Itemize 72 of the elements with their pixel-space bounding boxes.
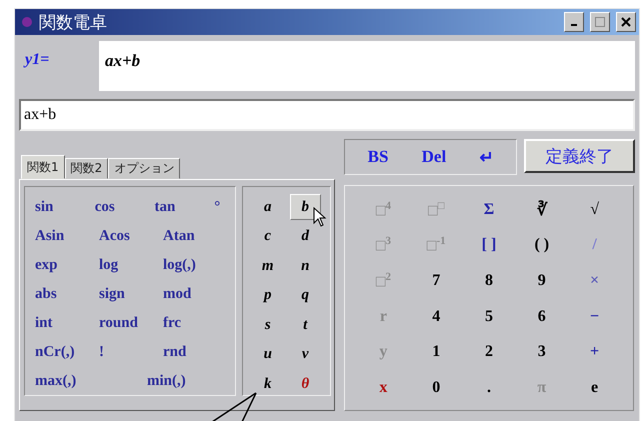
keypad-key[interactable]: × [568,263,621,299]
keypad-key[interactable]: 7 [410,263,463,299]
mouse-cursor-icon [313,207,327,227]
function-key[interactable]: nCr(,) [35,340,99,364]
keypad-key[interactable]: [ ] [462,228,516,264]
keypad-key[interactable]: 9 [515,263,568,299]
tab[interactable]: 関数1 [21,155,65,179]
keypad-key[interactable]: ( ) [515,228,568,264]
formula-display: ax+b [99,41,635,91]
variable-key[interactable]: p [252,282,284,308]
keypad-key[interactable]: 1 [410,334,463,370]
function-key[interactable]: sin [35,195,95,219]
function-key[interactable]: frc [163,311,227,335]
function-key[interactable]: mod [163,282,227,306]
keypad-key[interactable]: 5 [462,299,516,335]
keypad-key[interactable]: 4 [410,299,463,335]
close-icon [621,17,631,27]
function-key[interactable]: min(,) [147,369,217,393]
keypad-key[interactable]: − [568,299,621,335]
function-key[interactable]: abs [35,282,99,306]
keypad-key[interactable]: √ [568,192,621,228]
function-key[interactable]: round [99,311,163,335]
variable-key[interactable]: θ [290,371,321,397]
variable-key[interactable]: a [252,194,284,220]
edit-key[interactable]: ↵ [475,146,498,168]
function-key[interactable]: tan [154,195,214,219]
function-label: y1= [22,50,50,69]
close-button[interactable] [616,12,636,32]
variable-key[interactable]: k [252,371,284,397]
function-key[interactable]: max(,) [35,369,105,393]
function-key[interactable]: Acos [99,224,163,248]
maximize-icon [595,17,605,27]
keypad-key[interactable]: . [462,370,516,406]
function-key[interactable]: int [35,311,99,335]
variable-key[interactable]: d [290,224,321,250]
variable-key[interactable]: n [290,253,321,279]
variable-key[interactable]: t [290,312,321,338]
edit-key[interactable]: BS [364,147,392,167]
variable-key[interactable]: s [252,312,284,338]
keypad-key[interactable]: Σ [462,192,516,228]
variable-key[interactable]: c [252,224,284,250]
function-key[interactable]: sign [99,282,163,306]
maximize-button[interactable] [590,12,610,32]
keypad-key[interactable]: 3 [515,334,568,370]
variable-key[interactable]: q [290,282,321,308]
tab[interactable]: 関数2 [64,158,108,179]
window-title: 関数電卓 [39,12,108,34]
keypad-key[interactable]: e [568,370,621,406]
edit-key[interactable]: Del [418,147,450,167]
function-key[interactable]: cos [94,195,154,219]
function-key[interactable]: Asin [35,224,99,248]
variable-key[interactable]: v [290,342,321,368]
function-key[interactable]: ! [99,340,163,364]
function-key[interactable]: ° [214,195,231,219]
keypad-key[interactable]: 8 [462,263,516,299]
function-key[interactable]: rnd [163,340,227,364]
function-key[interactable]: log(,) [163,253,227,277]
keypad-key[interactable]: x [357,370,410,406]
tab[interactable]: オプション [108,158,180,179]
finish-button[interactable]: 定義終了 [524,139,635,173]
keypad-key[interactable]: 6 [515,299,568,335]
minimize-button[interactable] [564,12,584,32]
function-key[interactable]: exp [35,253,99,277]
keypad-key[interactable]: ∛ [515,192,568,228]
keypad-key[interactable]: + [568,334,621,370]
function-key[interactable]: Atan [163,224,227,248]
keypad-key[interactable]: 0 [410,370,463,406]
function-key[interactable]: log [99,253,163,277]
variable-key[interactable]: u [252,342,284,368]
formula-input[interactable]: ax+b [19,99,635,131]
keypad-key[interactable]: 2 [462,334,516,370]
variable-key[interactable]: m [252,253,284,279]
